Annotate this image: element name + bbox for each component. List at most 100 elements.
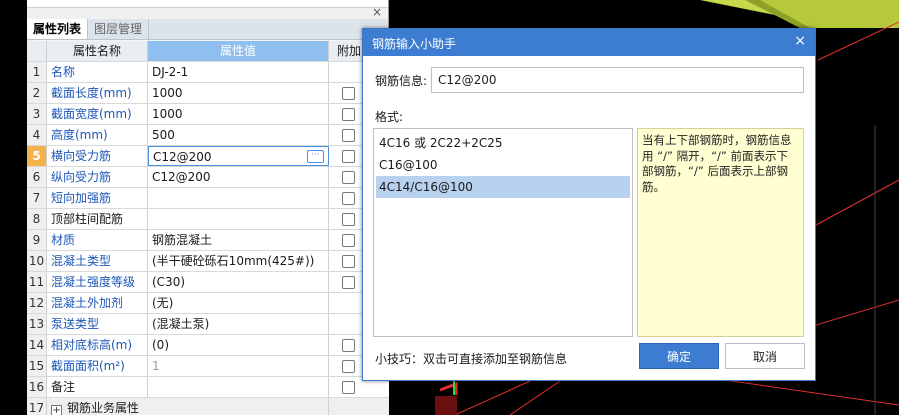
row-index: 12 bbox=[27, 293, 47, 313]
table-row[interactable]: 8 顶部柱间配筋 bbox=[27, 209, 389, 230]
add-checkbox[interactable] bbox=[342, 339, 355, 352]
row-index: 3 bbox=[27, 104, 47, 124]
add-checkbox[interactable] bbox=[342, 108, 355, 121]
axis-gizmo-base bbox=[435, 396, 457, 415]
grid-header: 属性名称 属性值 附加 bbox=[27, 41, 389, 62]
model-edge-line bbox=[454, 380, 531, 415]
table-row[interactable]: 1 名称 DJ-2-1 bbox=[27, 62, 389, 83]
table-row[interactable]: 15 截面面积(m²) 1 bbox=[27, 356, 389, 377]
property-grid: 属性名称 属性值 附加 1 名称 DJ-2-1 2 截面长度(mm) 1000 … bbox=[27, 41, 389, 415]
ellipsis-button[interactable]: ··· bbox=[307, 150, 324, 163]
table-row[interactable]: 16 备注 bbox=[27, 377, 389, 398]
table-row-selected[interactable]: 5 横向受力筋 C12@200 ··· bbox=[27, 146, 389, 167]
table-row[interactable]: 7 短向加强筋 bbox=[27, 188, 389, 209]
tab-layer-management[interactable]: 图层管理 bbox=[88, 19, 150, 39]
row-index: 6 bbox=[27, 167, 47, 187]
row-index: 16 bbox=[27, 377, 47, 397]
hint-box: 当有上下部钢筋时，钢筋信息用 “/” 隔开，“/” 前面表示下部钢筋，“/” 后… bbox=[637, 128, 804, 337]
row-index: 11 bbox=[27, 272, 47, 292]
property-name: 钢筋业务属性 bbox=[67, 401, 140, 415]
table-row[interactable]: 12 混凝土外加剂 (无) bbox=[27, 293, 389, 314]
add-checkbox[interactable] bbox=[342, 381, 355, 394]
property-value[interactable]: (混凝土泵) bbox=[148, 314, 329, 334]
property-value-editing[interactable]: C12@200 ··· bbox=[148, 146, 329, 166]
row-index: 1 bbox=[27, 62, 47, 82]
expand-icon[interactable]: + bbox=[51, 405, 62, 415]
row-index: 17 bbox=[27, 398, 47, 415]
cancel-button[interactable]: 取消 bbox=[725, 343, 805, 369]
add-checkbox[interactable] bbox=[342, 234, 355, 247]
table-row[interactable]: 14 相对底标高(m) (0) bbox=[27, 335, 389, 356]
add-checkbox[interactable] bbox=[342, 87, 355, 100]
panel-close-icon[interactable]: × bbox=[372, 5, 382, 19]
format-list[interactable]: 4C16 或 2C22+2C25 C16@100 4C14/C16@100 bbox=[373, 128, 633, 337]
row-index: 4 bbox=[27, 125, 47, 145]
row-index: 13 bbox=[27, 314, 47, 334]
property-name: 材质 bbox=[47, 230, 148, 250]
property-name: 混凝土外加剂 bbox=[47, 293, 148, 313]
table-row[interactable]: 11 混凝土强度等级 (C30) bbox=[27, 272, 389, 293]
add-checkbox[interactable] bbox=[342, 276, 355, 289]
property-value[interactable] bbox=[148, 209, 329, 229]
close-icon[interactable]: × bbox=[794, 33, 806, 49]
header-name: 属性名称 bbox=[47, 41, 148, 61]
add-checkbox[interactable] bbox=[342, 171, 355, 184]
property-value[interactable]: (半干硬砼砾石10mm(425#)) bbox=[148, 251, 329, 271]
property-value[interactable]: 钢筋混凝土 bbox=[148, 230, 329, 250]
list-item-selected[interactable]: 4C14/C16@100 bbox=[376, 176, 630, 198]
property-value[interactable]: (0) bbox=[148, 335, 329, 355]
property-name: 备注 bbox=[47, 377, 148, 397]
table-row[interactable]: 3 截面宽度(mm) 1000 bbox=[27, 104, 389, 125]
property-value[interactable]: (无) bbox=[148, 293, 329, 313]
add-checkbox[interactable] bbox=[342, 129, 355, 142]
tip-text: 小技巧：双击可直接添加至钢筋信息 bbox=[375, 352, 568, 366]
property-name: 高度(mm) bbox=[47, 125, 148, 145]
property-value[interactable]: (C30) bbox=[148, 272, 329, 292]
panel-top-strip bbox=[27, 0, 388, 8]
property-value-text: C12@200 bbox=[153, 150, 212, 164]
table-row[interactable]: 13 泵送类型 (混凝土泵) bbox=[27, 314, 389, 335]
list-item[interactable]: C16@100 bbox=[374, 154, 632, 176]
row-index: 2 bbox=[27, 83, 47, 103]
property-name: 混凝土强度等级 bbox=[47, 272, 148, 292]
model-edge-line bbox=[815, 179, 899, 226]
row-index: 9 bbox=[27, 230, 47, 250]
dialog-title-bar[interactable]: 钢筋输入小助手 × bbox=[363, 29, 815, 56]
table-row-group[interactable]: 17 + 钢筋业务属性 bbox=[27, 398, 389, 415]
group-name-cell: + 钢筋业务属性 bbox=[47, 398, 329, 415]
property-value[interactable]: DJ-2-1 bbox=[148, 62, 329, 82]
table-row[interactable]: 9 材质 钢筋混凝土 bbox=[27, 230, 389, 251]
property-value[interactable]: C12@200 bbox=[148, 167, 329, 187]
property-value[interactable]: 1000 bbox=[148, 83, 329, 103]
row-index: 8 bbox=[27, 209, 47, 229]
property-name: 截面宽度(mm) bbox=[47, 104, 148, 124]
add-checkbox[interactable] bbox=[342, 213, 355, 226]
table-row[interactable]: 10 混凝土类型 (半干硬砼砾石10mm(425#)) bbox=[27, 251, 389, 272]
property-value[interactable]: 500 bbox=[148, 125, 329, 145]
property-value[interactable] bbox=[148, 188, 329, 208]
property-name: 混凝土类型 bbox=[47, 251, 148, 271]
dialog-title: 钢筋输入小助手 bbox=[372, 37, 457, 51]
panel-tabs: 属性列表 图层管理 bbox=[27, 19, 388, 40]
ok-button[interactable]: 确定 bbox=[639, 343, 719, 369]
add-checkbox[interactable] bbox=[342, 255, 355, 268]
table-row[interactable]: 6 纵向受力筋 C12@200 bbox=[27, 167, 389, 188]
table-row[interactable]: 2 截面长度(mm) 1000 bbox=[27, 83, 389, 104]
table-row[interactable]: 4 高度(mm) 500 bbox=[27, 125, 389, 146]
property-panel: × 属性列表 图层管理 属性名称 属性值 附加 1 名称 DJ-2-1 2 截面… bbox=[27, 0, 389, 415]
header-value: 属性值 bbox=[148, 41, 329, 61]
add-checkbox[interactable] bbox=[342, 150, 355, 163]
add-checkbox[interactable] bbox=[342, 360, 355, 373]
property-name: 相对底标高(m) bbox=[47, 335, 148, 355]
row-index: 7 bbox=[27, 188, 47, 208]
property-name: 截面长度(mm) bbox=[47, 83, 148, 103]
tab-property-list[interactable]: 属性列表 bbox=[27, 19, 89, 39]
property-value[interactable]: 1000 bbox=[148, 104, 329, 124]
rebar-info-input[interactable] bbox=[431, 67, 804, 93]
list-item[interactable]: 4C16 或 2C22+2C25 bbox=[374, 132, 632, 154]
property-value[interactable] bbox=[148, 377, 329, 397]
add-checkbox[interactable] bbox=[342, 192, 355, 205]
model-edge-line bbox=[509, 380, 561, 415]
rebar-info-label: 钢筋信息: bbox=[375, 74, 428, 88]
property-name: 顶部柱间配筋 bbox=[47, 209, 148, 229]
